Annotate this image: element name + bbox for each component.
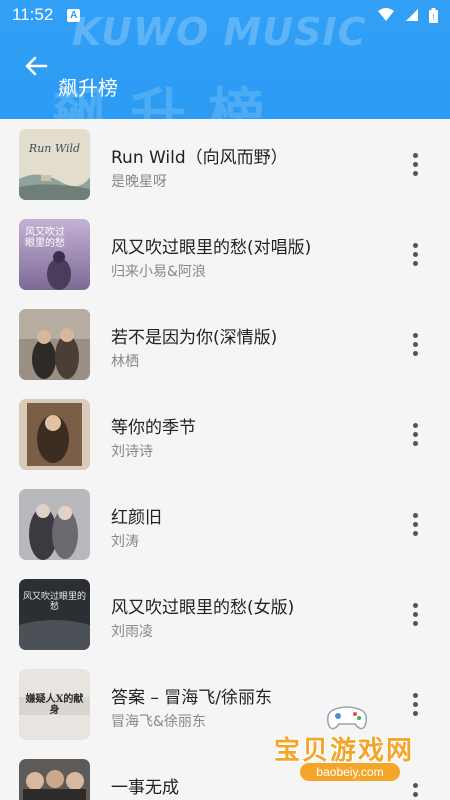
song-row[interactable]: 风又吹过眼里的愁 风又吹过眼里的愁(对唱版) 归来小易&阿浪 bbox=[0, 209, 450, 299]
song-artist: 是晚星呀 bbox=[111, 174, 167, 190]
wifi-icon bbox=[378, 8, 394, 21]
album-cover: 风又吹过眼里的愁 bbox=[19, 219, 90, 290]
status-bar: 11:52 A ! bbox=[0, 0, 450, 30]
album-cover: 风又吹过眼里的愁 bbox=[19, 579, 90, 650]
song-artist: 刘涛 bbox=[111, 534, 139, 550]
song-row[interactable]: 若不是因为你(深情版) 林栖 bbox=[0, 299, 450, 389]
back-button[interactable] bbox=[22, 52, 50, 80]
song-row[interactable]: 嫌疑人X的献身 答案 – 冒海飞/徐丽东 冒海飞&徐丽东 bbox=[0, 659, 450, 749]
more-options-button[interactable] bbox=[402, 777, 428, 800]
battery-icon: ! bbox=[429, 7, 438, 23]
song-row[interactable]: 一事无成 bbox=[0, 749, 450, 800]
more-options-button[interactable] bbox=[402, 417, 428, 451]
album-cover bbox=[19, 399, 90, 470]
cover-title: 嫌疑人X的献身 bbox=[25, 693, 84, 716]
song-artist: 刘雨凌 bbox=[111, 624, 153, 640]
svg-text:!: ! bbox=[432, 13, 434, 22]
song-list[interactable]: Run Wild Run Wild（向风而野） 是晚星呀 风又吹过眼里的愁 风又… bbox=[0, 119, 450, 800]
status-time: 11:52 bbox=[12, 5, 54, 24]
song-title: 若不是因为你(深情版) bbox=[111, 328, 278, 348]
cover-title: Run Wild bbox=[28, 142, 81, 155]
song-title: 答案 – 冒海飞/徐丽东 bbox=[111, 688, 273, 708]
album-cover bbox=[19, 309, 90, 380]
cover-title: 风又吹过眼里的愁 bbox=[25, 227, 65, 249]
song-title: 等你的季节 bbox=[111, 418, 196, 438]
signal-icon bbox=[406, 9, 418, 21]
header-bar: KUWO MUSIC 飙升榜 11:52 A ! 飙升榜 bbox=[0, 0, 450, 119]
more-options-button[interactable] bbox=[402, 327, 428, 361]
song-row[interactable]: 等你的季节 刘诗诗 bbox=[0, 389, 450, 479]
more-options-button[interactable] bbox=[402, 597, 428, 631]
cover-title: 风又吹过眼里的愁 bbox=[23, 592, 87, 612]
more-options-button[interactable] bbox=[402, 237, 428, 271]
album-cover bbox=[19, 759, 90, 800]
song-row[interactable]: 红颜旧 刘涛 bbox=[0, 479, 450, 569]
notification-icon: A bbox=[67, 8, 81, 22]
album-cover: Run Wild bbox=[19, 129, 90, 200]
song-artist: 冒海飞&徐丽东 bbox=[111, 714, 206, 730]
more-options-button[interactable] bbox=[402, 687, 428, 721]
song-row[interactable]: 风又吹过眼里的愁 风又吹过眼里的愁(女版) 刘雨凌 bbox=[0, 569, 450, 659]
song-title: 红颜旧 bbox=[111, 508, 162, 528]
album-cover: 嫌疑人X的献身 bbox=[19, 669, 90, 740]
more-options-button[interactable] bbox=[402, 507, 428, 541]
song-artist: 归来小易&阿浪 bbox=[111, 264, 206, 280]
song-row[interactable]: Run Wild Run Wild（向风而野） 是晚星呀 bbox=[0, 119, 450, 209]
page-title: 飙升榜 bbox=[58, 76, 118, 100]
song-title: 风又吹过眼里的愁(女版) bbox=[111, 598, 295, 618]
song-title: 风又吹过眼里的愁(对唱版) bbox=[111, 238, 312, 258]
song-artist: 林栖 bbox=[111, 354, 139, 370]
arrow-left-icon bbox=[25, 56, 48, 76]
song-artist: 刘诗诗 bbox=[111, 444, 153, 460]
song-title: Run Wild（向风而野） bbox=[111, 148, 288, 168]
song-title: 一事无成 bbox=[111, 778, 179, 798]
more-options-button[interactable] bbox=[402, 147, 428, 181]
album-cover bbox=[19, 489, 90, 560]
